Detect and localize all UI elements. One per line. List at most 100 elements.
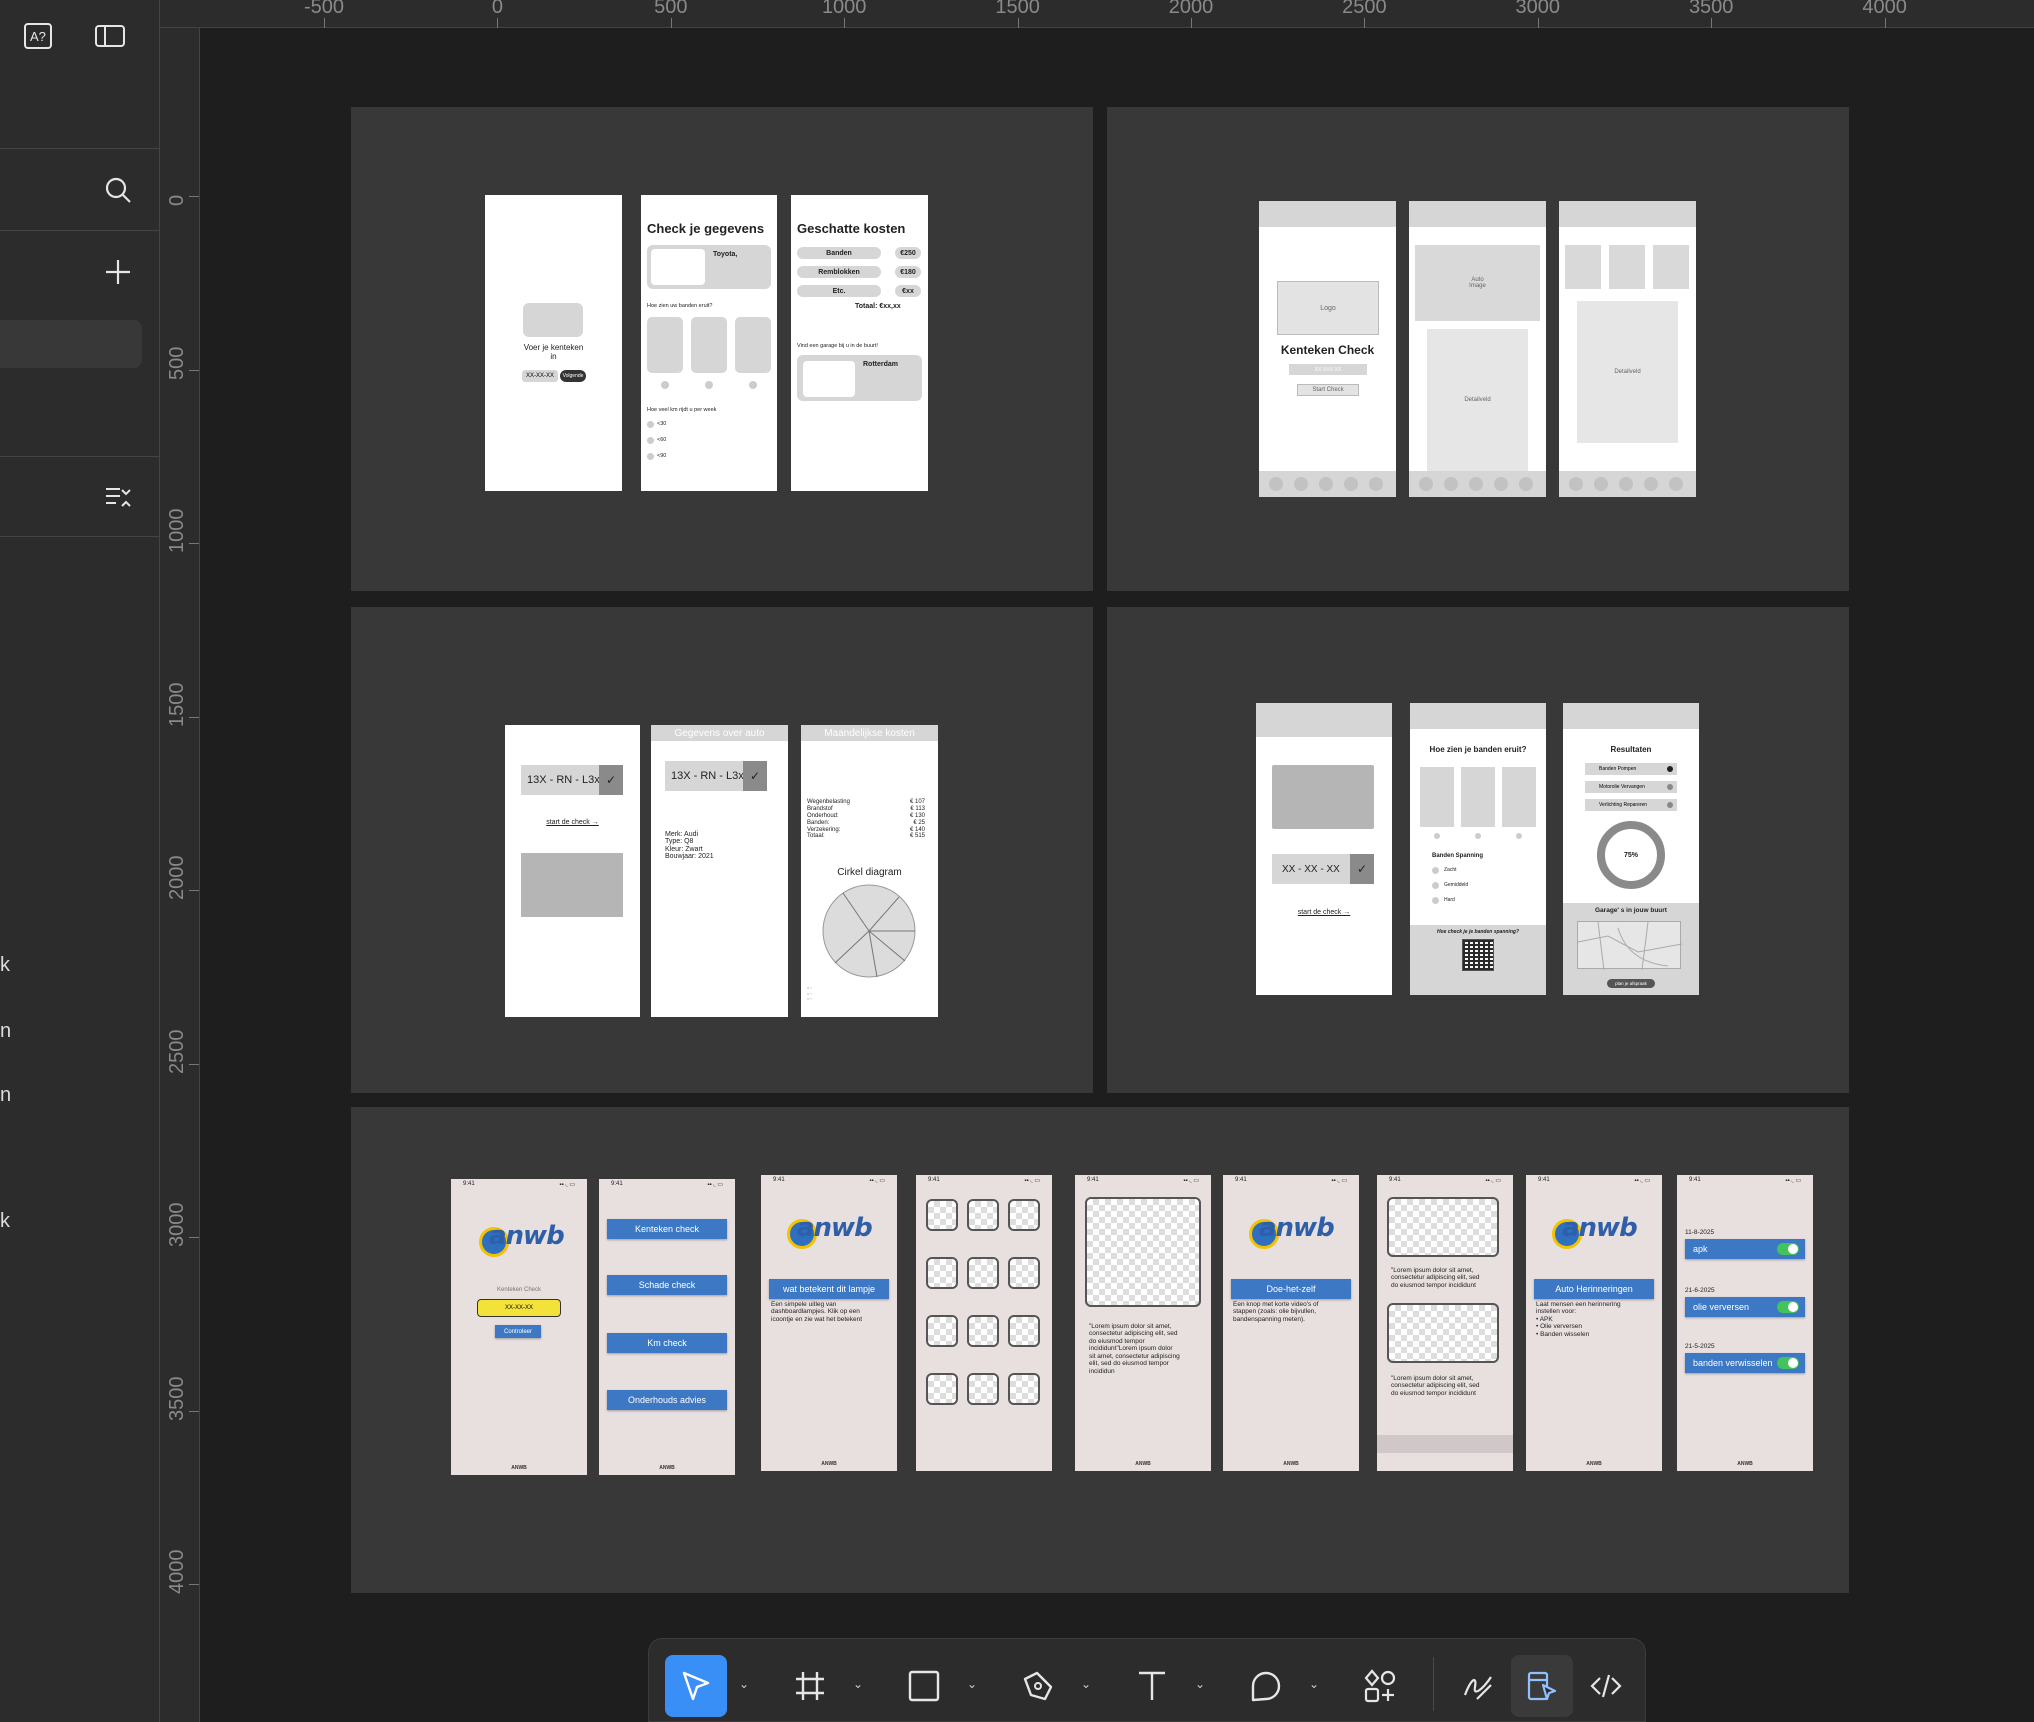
wireframe-screen-plate-2[interactable]: XX - XX - XX ✓ start de check →	[1256, 703, 1392, 995]
dashboard-lamp-icon[interactable]	[926, 1199, 958, 1231]
appointment-button[interactable]: plan je afspraak	[1607, 979, 1655, 988]
radio[interactable]	[661, 381, 669, 389]
next-button[interactable]: Volgende	[560, 370, 586, 382]
wireframe-screen-plate[interactable]: 13X - RN - L3x ✓ start de check →	[505, 725, 640, 1017]
menu-button[interactable]: Km check	[607, 1333, 727, 1353]
dashboard-lamp-icon[interactable]	[926, 1315, 958, 1347]
comment-tool-button[interactable]	[1235, 1655, 1297, 1717]
menu-button[interactable]: Onderhouds advies	[607, 1390, 727, 1410]
reminder-toggle[interactable]: banden verwisselen	[1685, 1353, 1805, 1373]
anwb-screen-icon-grid[interactable]: 9:41 ▪▪ ◟ ▭	[916, 1175, 1052, 1471]
dashboard-lamp-icon[interactable]	[967, 1199, 999, 1231]
diy-button[interactable]: Doe-het-zelf	[1231, 1279, 1351, 1299]
toggle-switch[interactable]	[1777, 1243, 1799, 1255]
section-frame-1[interactable]: Voer je kenteken in XX-XX-XX Volgende Ch…	[351, 107, 1093, 591]
tyre-option[interactable]	[1420, 767, 1454, 827]
start-check-link[interactable]: start de check →	[505, 819, 640, 826]
radio[interactable]	[647, 421, 654, 428]
result-item[interactable]: Verlichting Repareren	[1585, 799, 1677, 811]
rectangle-tool-button[interactable]	[893, 1655, 955, 1717]
result-item[interactable]: Motorolie Vervangen	[1585, 781, 1677, 793]
dashboard-lamp-icon[interactable]	[1008, 1373, 1040, 1405]
qr-code[interactable]	[1462, 939, 1494, 971]
toggle-switch[interactable]	[1777, 1357, 1799, 1369]
tyre-option[interactable]	[1502, 767, 1536, 827]
wireframe-screen-detail-2[interactable]: Detailveld	[1559, 201, 1696, 497]
map-thumbnail[interactable]	[1577, 921, 1683, 971]
section-frame-3[interactable]: 13X - RN - L3x ✓ start de check → Gegeve…	[351, 607, 1093, 1093]
radio[interactable]	[1475, 833, 1481, 839]
anwb-screen-diy[interactable]: 9:41 ▪▪ ◟ ▭ anwb Doe-het-zelf Een knop me…	[1223, 1175, 1359, 1471]
tyre-option[interactable]	[1461, 767, 1495, 827]
wireframe-screen-monthly-costs[interactable]: Maandelijkse kosten Wegenbelasting € 107 B…	[801, 725, 938, 1017]
tyre-option[interactable]	[691, 317, 727, 373]
pen-tool-button[interactable]	[1007, 1655, 1069, 1717]
design-mode-button[interactable]	[1511, 1655, 1573, 1717]
chevron-down-icon[interactable]: ⌄	[853, 1677, 867, 1691]
chevron-down-icon[interactable]: ⌄	[1081, 1677, 1095, 1691]
canvas[interactable]: Voer je kenteken in XX-XX-XX Volgende Ch…	[201, 29, 2034, 1722]
anwb-screen-lamps[interactable]: 9:41 ▪▪ ◟ ▭ anwb wat betekent dit lampje …	[761, 1175, 897, 1471]
wireframe-screen-detail[interactable]: Auto Image Detailveld	[1409, 201, 1546, 497]
dashboard-lamp-icon[interactable]	[926, 1257, 958, 1289]
section-frame-2[interactable]: Logo Kenteken Check XX-XXX-XX Start Chec…	[1107, 107, 1849, 591]
check-icon[interactable]: ✓	[1350, 854, 1374, 884]
tyre-option[interactable]	[647, 317, 683, 373]
wireframe-screen-car-data[interactable]: Gegevens over auto 13X - RN - L3x ✓ Merk…	[651, 725, 788, 1017]
ai-text-icon[interactable]: A?	[22, 20, 54, 52]
start-check-link[interactable]: start de check →	[1256, 909, 1392, 916]
result-item[interactable]: Banden Pompen	[1585, 763, 1677, 775]
list-collapse-icon[interactable]	[102, 482, 134, 514]
radio[interactable]	[1432, 897, 1439, 904]
radio[interactable]	[647, 453, 654, 460]
reminders-button[interactable]: Auto Herinneringen	[1534, 1279, 1654, 1299]
anwb-screen-reminders[interactable]: 9:41 ▪▪ ◟ ▭ 11-8-2025 apk 21-6-2025 olie …	[1677, 1175, 1813, 1471]
radio[interactable]	[1432, 867, 1439, 874]
chevron-down-icon[interactable]: ⌄	[967, 1677, 981, 1691]
chevron-down-icon[interactable]: ⌄	[739, 1677, 753, 1691]
move-tool-button[interactable]	[665, 1655, 727, 1717]
lamp-info-button[interactable]: wat betekent dit lampje	[769, 1279, 889, 1299]
check-button[interactable]: Controleer	[495, 1325, 541, 1338]
draw-mode-button[interactable]	[1447, 1655, 1509, 1717]
anwb-screen-menu[interactable]: 9:41 ▪▪ ◟ ▭ Kenteken check Schade check K…	[599, 1179, 735, 1475]
dashboard-lamp-icon[interactable]	[967, 1257, 999, 1289]
dashboard-lamp-icon[interactable]	[1008, 1315, 1040, 1347]
menu-button[interactable]: Schade check	[607, 1275, 727, 1295]
wireframe-screen-costs[interactable]: Geschatte kosten Banden €250 Remblokken …	[791, 195, 928, 491]
wireframe-screen-results[interactable]: Resultaten Banden Pompen Motorolie Verva…	[1563, 703, 1699, 995]
start-check-button[interactable]: Start Check	[1297, 384, 1359, 396]
dashboard-lamp-icon[interactable]	[967, 1373, 999, 1405]
plus-icon[interactable]	[102, 256, 134, 288]
anwb-screen-article[interactable]: 9:41 ▪▪ ◟ ▭ "Lorem ipsum dolor sit amet, …	[1075, 1175, 1211, 1471]
plate-input[interactable]: XX-XX-XX	[477, 1299, 561, 1317]
dashboard-lamp-icon[interactable]	[1008, 1257, 1040, 1289]
radio[interactable]	[1432, 882, 1439, 889]
layer-name-fragment[interactable]: n	[0, 1020, 11, 1043]
layer-name-fragment[interactable]: k	[0, 954, 10, 977]
actions-tool-button[interactable]	[1349, 1655, 1411, 1717]
anwb-screen-reminders-intro[interactable]: 9:41 ▪▪ ◟ ▭ anwb Auto Herinneringen Laat …	[1526, 1175, 1662, 1471]
radio[interactable]	[1434, 833, 1440, 839]
check-icon[interactable]: ✓	[599, 765, 623, 795]
reminder-toggle[interactable]: apk	[1685, 1239, 1805, 1259]
section-frame-5[interactable]: 9:41 ▪▪ ◟ ▭ anwb Kenteken Check XX-XX-XX …	[351, 1107, 1849, 1593]
wireframe-screen-check-data[interactable]: Check je gegevens Toyota, Hoe zien uw ba…	[641, 195, 777, 491]
plate-input[interactable]: XX-XXX-XX	[1289, 364, 1367, 375]
menu-button[interactable]: Kenteken check	[607, 1219, 727, 1239]
layer-name-fragment[interactable]: k	[0, 1210, 10, 1233]
toggle-switch[interactable]	[1777, 1301, 1799, 1313]
sidebar-toggle-icon[interactable]	[94, 22, 126, 50]
search-icon[interactable]	[102, 174, 134, 206]
plate-input[interactable]: XX-XX-XX	[522, 370, 558, 382]
radio[interactable]	[1516, 833, 1522, 839]
anwb-screen-home[interactable]: 9:41 ▪▪ ◟ ▭ anwb Kenteken Check XX-XX-XX …	[451, 1179, 587, 1475]
dev-mode-button[interactable]	[1575, 1655, 1637, 1717]
dashboard-lamp-icon[interactable]	[1008, 1199, 1040, 1231]
anwb-screen-articles[interactable]: 9:41 ▪▪ ◟ ▭ "Lorem ipsum dolor sit amet, …	[1377, 1175, 1513, 1471]
section-frame-4[interactable]: XX - XX - XX ✓ start de check → Hoe zien…	[1107, 607, 1849, 1093]
radio[interactable]	[647, 437, 654, 444]
chevron-down-icon[interactable]: ⌄	[1195, 1677, 1209, 1691]
selected-page-row[interactable]	[0, 320, 142, 368]
chevron-down-icon[interactable]: ⌄	[1309, 1677, 1323, 1691]
